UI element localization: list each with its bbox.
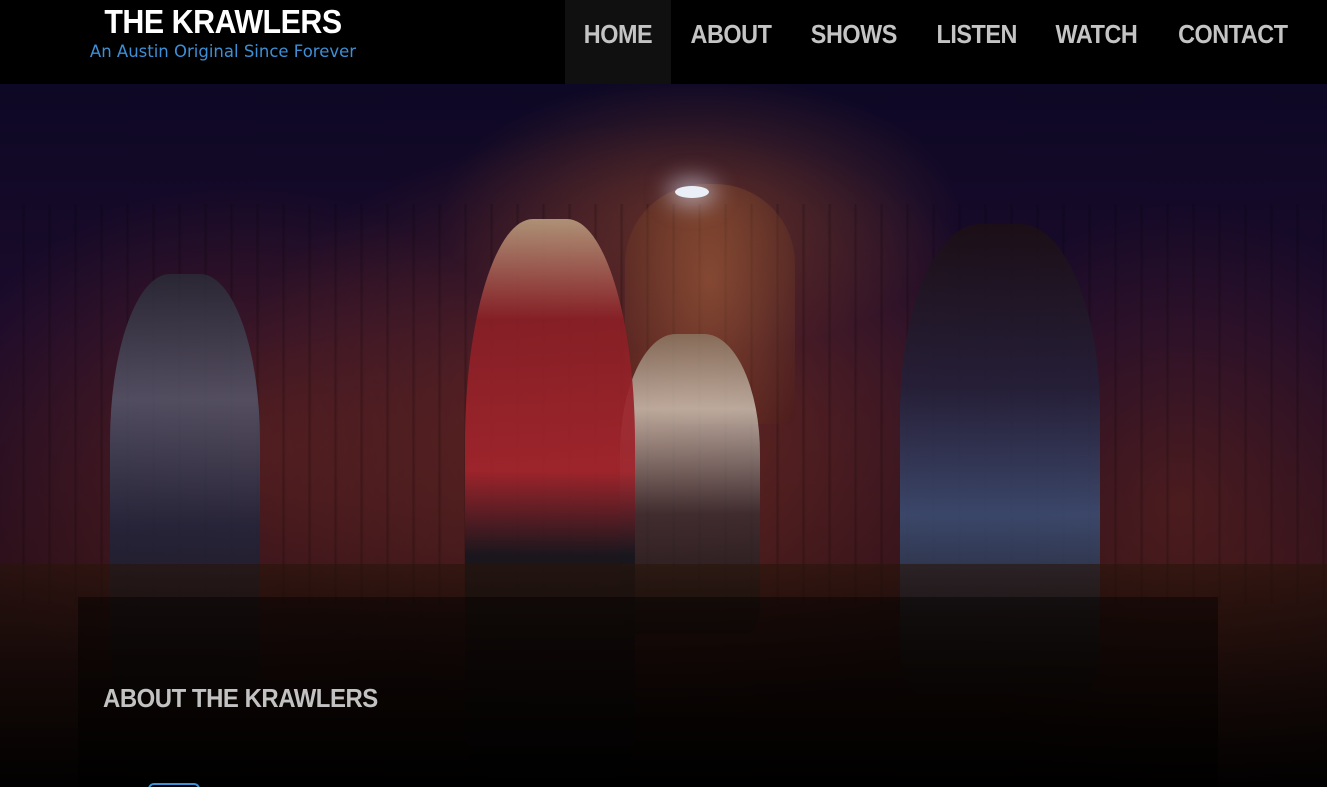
nav-about-label: ABOUT	[690, 18, 772, 49]
page: THE KRAWLERS An Austin Original Since Fo…	[0, 0, 1327, 787]
hero-stage-light	[675, 186, 709, 198]
nav-contact[interactable]: CONTACT	[1157, 0, 1309, 84]
nav-contact-label: CONTACT	[1178, 18, 1288, 49]
main-nav: HOME ABOUT SHOWS LISTEN WATCH CONTACT	[565, 0, 1309, 84]
about-heading: ABOUT THE KRAWLERS	[103, 683, 378, 713]
site-tagline: An Austin Original Since Forever	[89, 42, 357, 61]
site-title: THE KRAWLERS	[104, 3, 342, 40]
nav-listen-label: LISTEN	[936, 18, 1017, 49]
nav-about[interactable]: ABOUT	[671, 0, 791, 84]
site-header: THE KRAWLERS An Austin Original Since Fo…	[0, 0, 1327, 84]
nav-shows-label: SHOWS	[810, 18, 898, 49]
nav-home-label: HOME	[583, 18, 653, 49]
nav-shows[interactable]: SHOWS	[791, 0, 917, 84]
nav-watch-label: WATCH	[1055, 18, 1138, 49]
nav-listen[interactable]: LISTEN	[917, 0, 1036, 84]
nav-home[interactable]: HOME	[565, 0, 671, 84]
site-logo-link[interactable]: THE KRAWLERS An Austin Original Since Fo…	[78, 2, 368, 63]
about-badge-icon	[148, 783, 200, 787]
about-panel: ABOUT THE KRAWLERS	[78, 597, 1218, 787]
nav-watch[interactable]: WATCH	[1036, 0, 1157, 84]
